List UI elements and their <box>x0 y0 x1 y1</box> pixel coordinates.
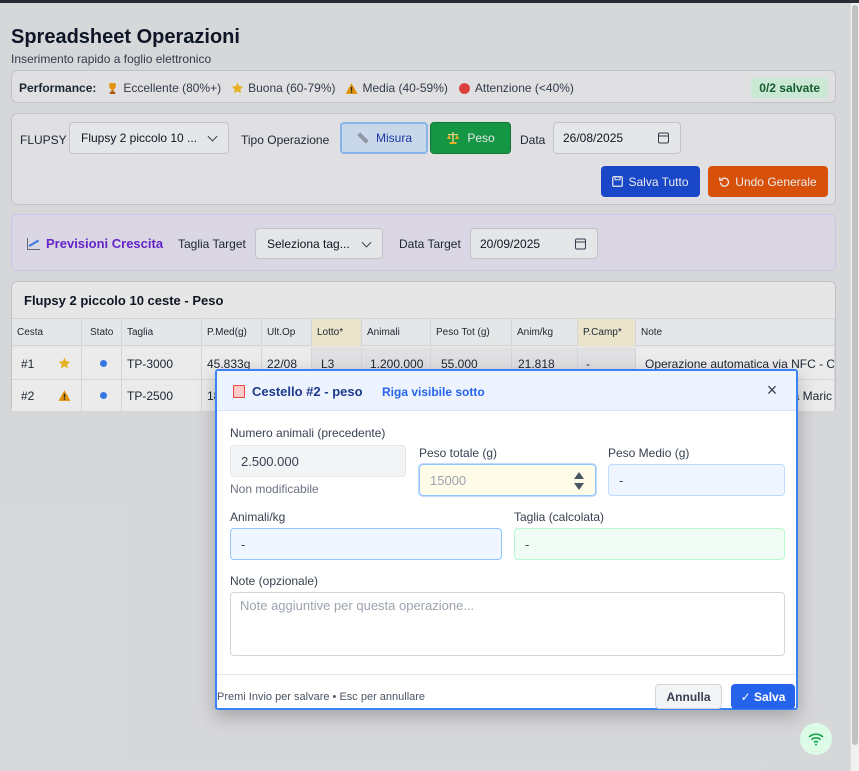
modal-footer: Premi Invio per salvare • Esc per annull… <box>217 674 796 710</box>
wifi-icon <box>808 733 824 746</box>
total-weight-placeholder: 15000 <box>430 472 467 488</box>
total-weight-input[interactable]: 15000 <box>419 464 596 496</box>
wifi-status-icon[interactable] <box>800 723 832 755</box>
modal-header: Cestello #2 - peso Riga visibile sotto × <box>217 371 796 411</box>
modal-title: Cestello #2 - peso <box>233 384 363 399</box>
avg-weight-field: - <box>608 464 785 496</box>
save-button[interactable]: ✓ Salva <box>731 684 795 709</box>
notes-placeholder: Note aggiuntive per questa operazione... <box>240 598 475 613</box>
total-weight-label: Peso totale (g) <box>419 446 498 460</box>
close-icon[interactable]: × <box>764 381 780 399</box>
cancel-button[interactable]: Annulla <box>655 684 722 709</box>
size-calc-label: Taglia (calcolata) <box>514 510 605 524</box>
notes-textarea[interactable]: Note aggiuntive per questa operazione... <box>230 592 785 656</box>
avg-weight-label: Peso Medio (g) <box>608 446 690 460</box>
page-scrollbar[interactable] <box>850 3 859 771</box>
number-spinner-icon[interactable] <box>574 472 584 490</box>
animals-kg-field: - <box>230 528 502 560</box>
keyboard-hint: Premi Invio per salvare • Esc per annull… <box>217 691 426 703</box>
prev-animals-label: Numero animali (precedente) <box>230 426 386 440</box>
prev-animals-field: 2.500.000 <box>230 445 406 477</box>
modal-title-text: Cestello #2 - peso <box>252 384 363 399</box>
memo-icon <box>233 385 245 398</box>
edit-basket-modal: Cestello #2 - peso Riga visibile sotto ×… <box>215 369 798 710</box>
modal-subtitle: Riga visibile sotto <box>382 385 485 399</box>
animals-kg-label: Animali/kg <box>230 510 286 524</box>
notes-label: Note (opzionale) <box>230 574 319 588</box>
size-calc-field: - <box>514 528 785 560</box>
readonly-hint: Non modificabile <box>230 482 319 496</box>
scrollbar-thumb[interactable] <box>852 5 858 745</box>
